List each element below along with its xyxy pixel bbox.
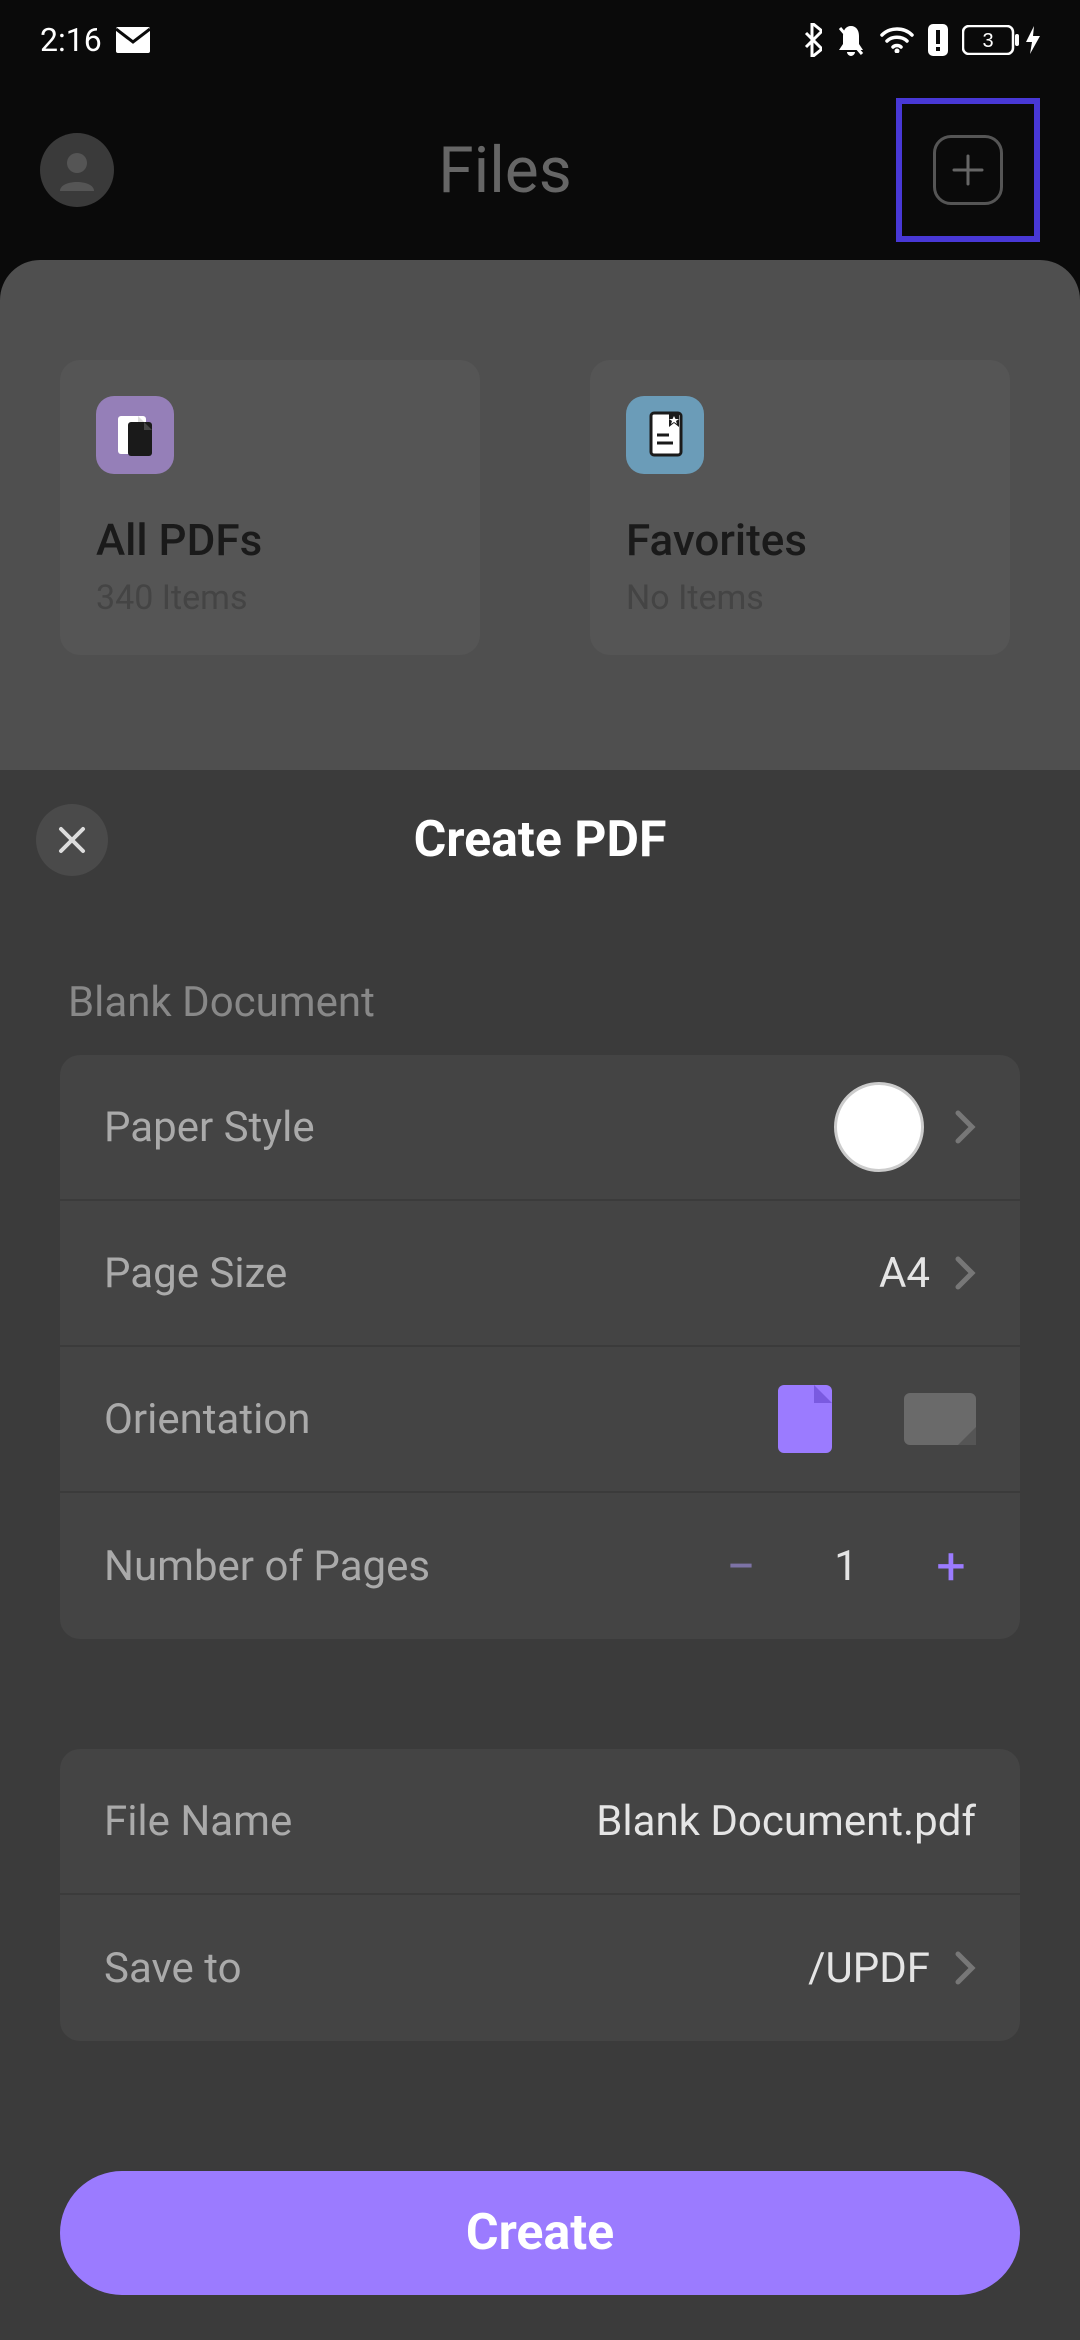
row-label: Save to	[104, 1944, 808, 1993]
increase-pages-button[interactable]: +	[926, 1536, 976, 1597]
add-button[interactable]	[933, 135, 1003, 205]
row-label: File Name	[104, 1797, 596, 1846]
wifi-icon	[880, 27, 914, 53]
sheet-title: Create PDF	[0, 811, 1080, 869]
row-label: Page Size	[104, 1249, 879, 1298]
decrease-pages-button[interactable]: −	[716, 1536, 766, 1597]
row-label: Number of Pages	[104, 1542, 716, 1591]
app-header: Files	[0, 80, 1080, 260]
orientation-landscape-button[interactable]	[904, 1393, 976, 1445]
chevron-right-icon	[954, 1255, 976, 1291]
folder-all-pdfs[interactable]: All PDFs 340 Items	[60, 360, 480, 655]
section-label: Blank Document	[68, 978, 1080, 1027]
status-time: 2:16	[40, 21, 102, 59]
add-button-highlight	[896, 98, 1040, 242]
files-grid: All PDFs 340 Items Favorites No Items	[0, 260, 1080, 775]
status-bar: 2:16 3	[0, 0, 1080, 80]
notification-muted-icon	[836, 24, 866, 56]
bluetooth-icon	[802, 23, 822, 57]
favorite-folder-icon	[626, 396, 704, 474]
row-label: Orientation	[104, 1395, 778, 1444]
chevron-right-icon	[954, 1950, 976, 1986]
folder-title: All PDFs	[96, 514, 444, 566]
alert-icon	[928, 24, 948, 56]
create-pdf-sheet: Create PDF Blank Document Paper Style Pa…	[0, 770, 1080, 2340]
file-settings-group: File Name Blank Document.pdf Save to /UP…	[60, 1749, 1020, 2041]
battery-icon: 3	[962, 25, 1040, 55]
folder-subtitle: 340 Items	[96, 578, 444, 618]
sheet-header: Create PDF	[0, 770, 1080, 910]
num-pages-row: Number of Pages − 1 +	[60, 1493, 1020, 1639]
paper-style-row[interactable]: Paper Style	[60, 1055, 1020, 1201]
document-settings-group: Paper Style Page Size A4 Orientation Num…	[60, 1055, 1020, 1639]
avatar[interactable]	[40, 133, 114, 207]
save-to-value: /UPDF	[808, 1944, 930, 1993]
close-button[interactable]	[36, 804, 108, 876]
page-size-row[interactable]: Page Size A4	[60, 1201, 1020, 1347]
close-icon	[55, 823, 89, 857]
paper-style-swatch	[834, 1082, 924, 1172]
create-button-label: Create	[466, 2204, 614, 2262]
page-title: Files	[438, 133, 571, 208]
folder-title: Favorites	[626, 514, 974, 566]
save-to-row[interactable]: Save to /UPDF	[60, 1895, 1020, 2041]
folder-favorites[interactable]: Favorites No Items	[590, 360, 1010, 655]
svg-text:3: 3	[982, 30, 993, 52]
orientation-row: Orientation	[60, 1347, 1020, 1493]
row-label: Paper Style	[104, 1103, 834, 1152]
file-name-value: Blank Document.pdf	[596, 1797, 976, 1846]
pdf-folder-icon	[96, 396, 174, 474]
file-name-row[interactable]: File Name Blank Document.pdf	[60, 1749, 1020, 1895]
page-size-value: A4	[879, 1249, 930, 1298]
folder-subtitle: No Items	[626, 578, 974, 618]
chevron-right-icon	[954, 1109, 976, 1145]
orientation-portrait-button[interactable]	[778, 1385, 832, 1453]
create-button[interactable]: Create	[60, 2171, 1020, 2295]
num-pages-value: 1	[826, 1542, 866, 1591]
mail-icon	[116, 27, 150, 53]
